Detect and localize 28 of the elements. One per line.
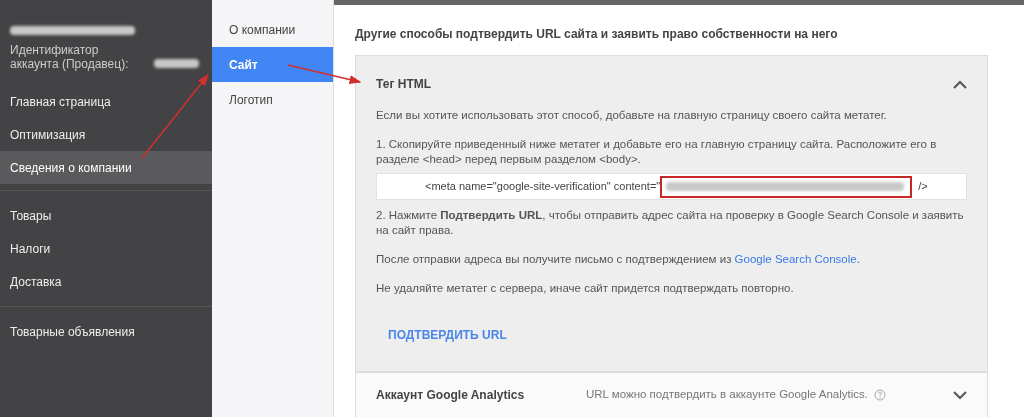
account-id-label: Идентификатор аккаунта (Продавец):	[10, 43, 130, 71]
sidebar-item[interactable]: Товарные объявления	[0, 315, 212, 348]
subnav-item[interactable]: Логотип	[212, 82, 333, 117]
redacted-text	[154, 59, 199, 68]
intro-text: Если вы хотите использовать этот способ, добавьте на главную страницу своего сайта метатег.	[376, 108, 888, 123]
sidebar-item[interactable]: Оптимизация	[0, 118, 212, 151]
sidebar-item[interactable]: Доставка	[0, 265, 212, 298]
subnav-item[interactable]: О компании	[212, 12, 333, 47]
console-link[interactable]: Google Search Console	[734, 253, 857, 265]
accordion-header[interactable]: Аккаунт Google Analytics URL можно подтвердить в аккаунте Google Analytics.	[355, 372, 988, 417]
page-title: Другие способы подтвердить URL сайта и заявить право собственности на него	[355, 26, 839, 43]
notice-text: После отправки адреса вы получите письмо с подтверждением из Google Search Console.	[376, 252, 861, 267]
meta-tag-code: <meta name="google-site-verification" content="	[425, 179, 661, 194]
meta-tag-field[interactable]: <meta name="google-site-verification" content=" />	[376, 173, 967, 200]
meta-tag-code-end: />	[918, 179, 928, 194]
subnav-item[interactable]: Сайт	[212, 47, 333, 82]
sidebar-item[interactable]: Главная страница	[0, 85, 212, 118]
section-title: Аккаунт Google Analytics	[376, 387, 526, 404]
instruction-text: 2. Нажмите Подтвердить URL, чтобы отправить адрес сайта на проверку в Google Search Console и заявить на сайт права.	[376, 208, 965, 238]
sidebar-item[interactable]: Налоги	[0, 232, 212, 265]
chevron-down-icon[interactable]	[953, 390, 967, 400]
instruction-text: 1. Скопируйте приведенный ниже метатег и добавьте его на главную страницу сайта. Расположите его в разделе <head> перед первым разделом <body>.	[376, 137, 938, 167]
section-summary: URL можно подтвердить в аккаунте Google Analytics.	[586, 387, 868, 403]
warning-text: Не удаляйте метатег с сервера, иначе сайт придется подтверждать повторно.	[376, 281, 795, 296]
sidebar-item[interactable]: Товары	[0, 199, 212, 232]
section-title: Тег HTML	[376, 76, 432, 92]
chevron-up-icon[interactable]	[953, 79, 967, 89]
sidebar-item[interactable]: Сведения о компании	[0, 151, 212, 184]
